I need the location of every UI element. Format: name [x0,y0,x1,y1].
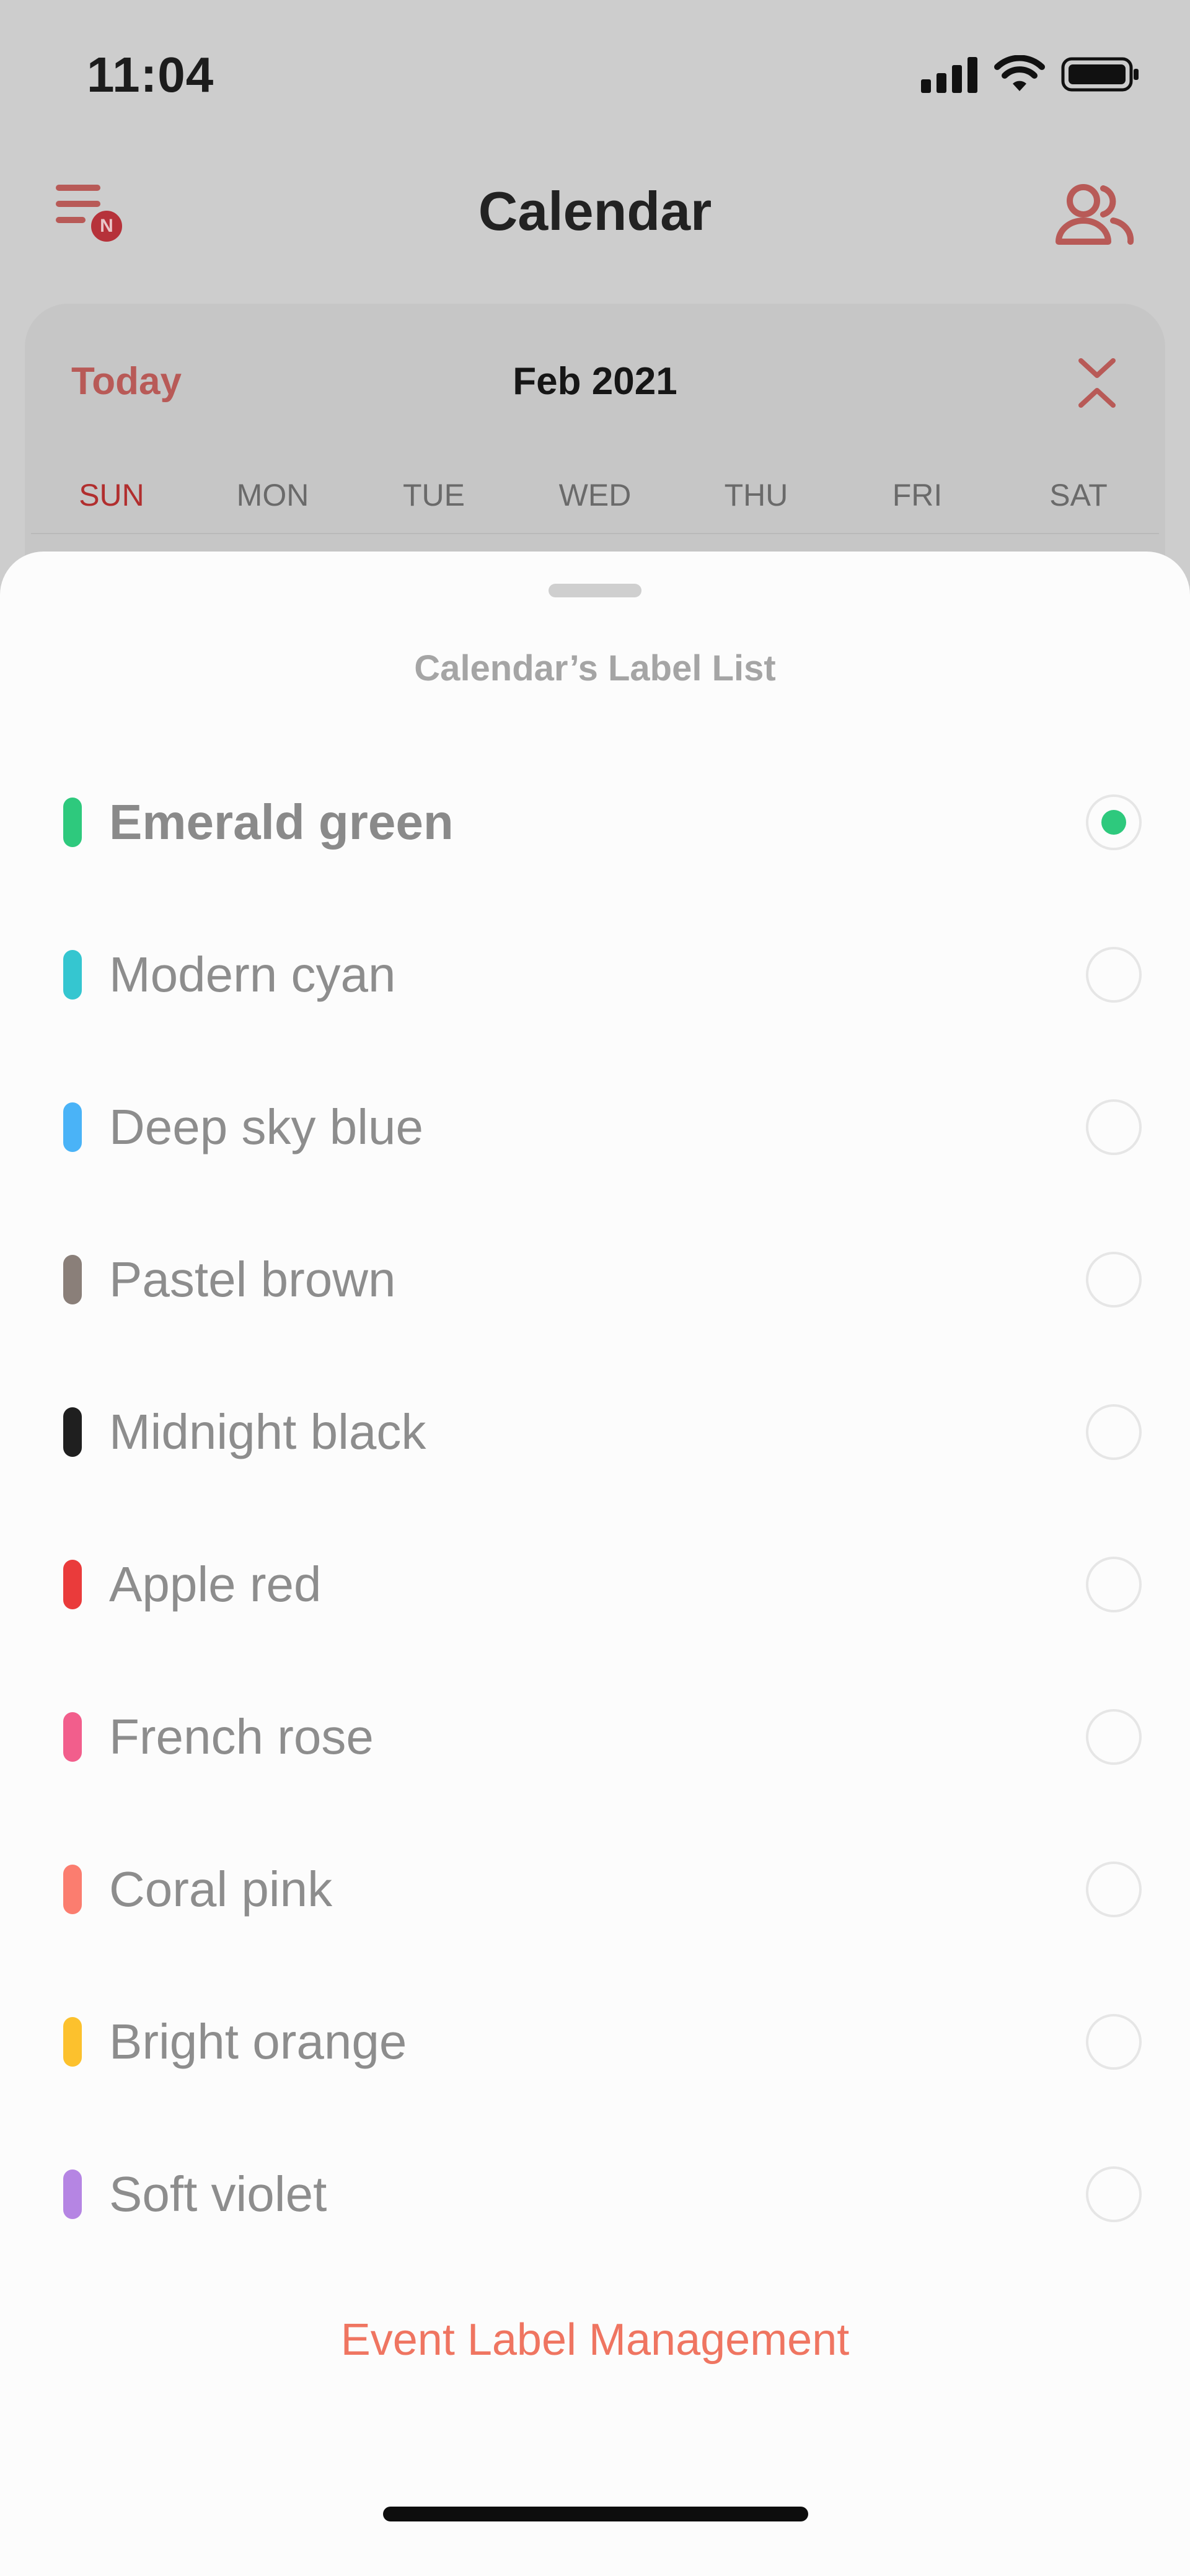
label-radio[interactable] [1086,1404,1142,1460]
wifi-icon [994,55,1045,91]
people-icon [1056,184,1134,245]
label-list-sheet: Calendar’s Label List Emerald green Mode… [0,552,1190,2576]
label-color-swatch [63,1712,82,1762]
label-radio[interactable] [1086,1709,1142,1765]
weekday-header: SUN MON TUE WED THU FRI SAT [31,477,1159,513]
label-name: Deep sky blue [109,1099,423,1154]
label-radio[interactable] [1086,2014,1142,2070]
status-time: 11:04 [87,47,214,102]
event-label-management-link[interactable]: Event Label Management [0,2314,1190,2365]
radio-selected-dot [1101,810,1126,835]
nav-bar: N Calendar [0,161,1190,260]
label-color-swatch [63,1407,82,1457]
label-color-swatch [63,2017,82,2067]
home-indicator [383,2507,808,2521]
label-option-bright-orange[interactable]: Bright orange [0,1963,1190,2116]
weekday-label: WED [558,478,632,512]
calendar-screen: 11:04 N Calendar Today Feb 2021 SUN MON … [0,0,1190,2576]
label-color-swatch [63,1865,82,1914]
weekday-label: SUN [79,478,144,512]
label-radio[interactable] [1086,1252,1142,1308]
shared-calendar-button[interactable] [1054,180,1134,254]
label-name: Apple red [109,1557,322,1612]
label-option-pastel-brown[interactable]: Pastel brown [0,1201,1190,1353]
page-title: Calendar [478,180,712,242]
label-radio[interactable] [1086,794,1142,850]
label-option-apple-red[interactable]: Apple red [0,1506,1190,1658]
weekday-label: SAT [1049,478,1108,512]
label-name: French rose [109,1709,374,1764]
label-name: Emerald green [109,794,454,850]
label-name: Bright orange [109,2014,407,2069]
label-radio[interactable] [1086,2166,1142,2222]
sheet-grabber[interactable] [549,584,641,597]
weekday-label: THU [724,478,788,512]
label-color-swatch [63,1560,82,1609]
label-color-swatch [63,1102,82,1152]
cellular-signal-icon [921,57,977,93]
label-color-swatch [63,950,82,1000]
battery-icon [1061,57,1139,92]
sheet-title: Calendar’s Label List [414,648,776,688]
label-name: Soft violet [109,2166,327,2222]
label-color-swatch [63,1255,82,1304]
label-radio[interactable] [1086,1099,1142,1155]
label-option-midnight-black[interactable]: Midnight black [0,1353,1190,1506]
collapse-button[interactable] [1072,352,1122,414]
divider [31,533,1159,534]
collapse-chevrons-icon [1078,358,1116,408]
weekday-label: TUE [403,478,465,512]
label-option-deep-sky-blue[interactable]: Deep sky blue [0,1048,1190,1201]
weekday-label: FRI [892,478,943,512]
label-radio[interactable] [1086,947,1142,1003]
status-bar: 11:04 [0,0,1190,143]
label-name: Pastel brown [109,1252,396,1307]
weekday-label: MON [236,478,309,512]
label-option-coral-pink[interactable]: Coral pink [0,1811,1190,1963]
status-icons [921,53,1140,96]
label-radio[interactable] [1086,1557,1142,1612]
label-option-soft-violet[interactable]: Soft violet [0,2116,1190,2268]
label-color-swatch [63,2169,82,2219]
label-name: Coral pink [109,1862,333,1917]
label-name: Midnight black [109,1404,426,1459]
label-option-modern-cyan[interactable]: Modern cyan [0,896,1190,1048]
label-name: Modern cyan [109,947,396,1002]
label-radio[interactable] [1086,1862,1142,1917]
label-color-swatch [63,798,82,847]
label-list: Emerald green Modern cyan Deep sky blue … [0,744,1190,2268]
month-label[interactable]: Feb 2021 [25,359,1165,403]
label-option-french-rose[interactable]: French rose [0,1658,1190,1811]
label-option-emerald-green[interactable]: Emerald green [0,744,1190,896]
